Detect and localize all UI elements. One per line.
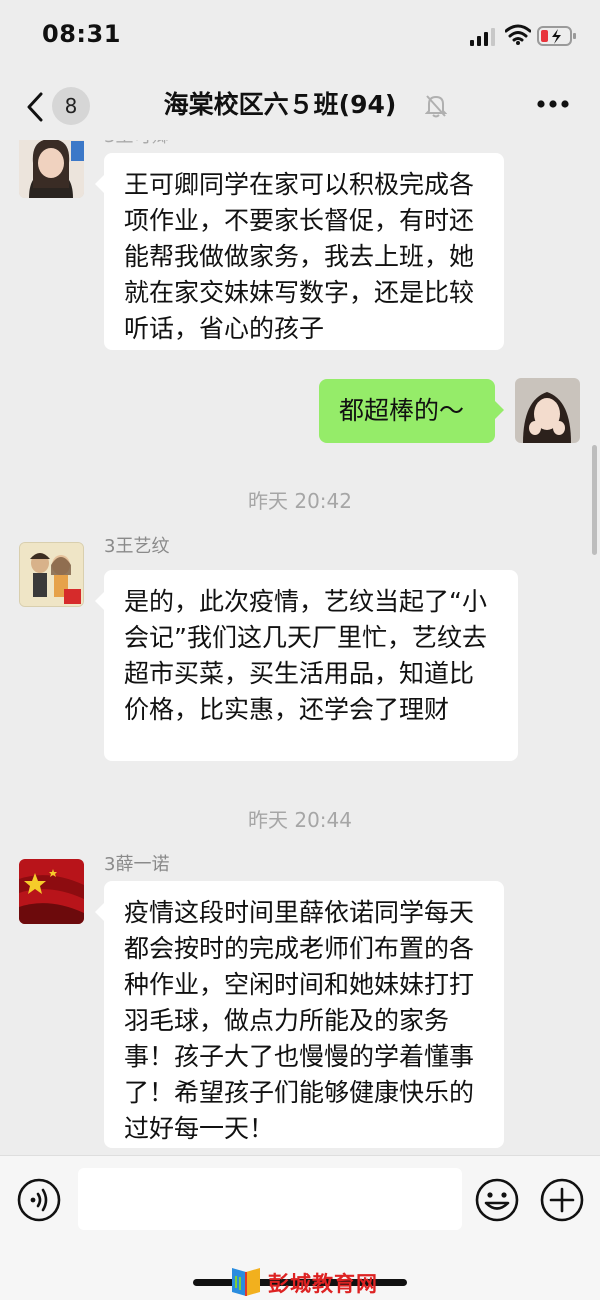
avatar-photo-icon <box>515 378 580 443</box>
back-button[interactable]: 8 <box>20 86 96 126</box>
avatar-flag-icon <box>19 859 84 924</box>
emoji-icon[interactable] <box>475 1178 519 1222</box>
avatar[interactable] <box>19 859 84 924</box>
unread-count-badge: 8 <box>52 87 90 125</box>
message-bubble[interactable]: 是的，此次疫情，艺纹当起了“小会记”我们这几天厂里忙，艺纹去超市买菜，买生活用品… <box>95 570 518 761</box>
sender-name: 3王艺纹 <box>104 536 170 557</box>
signal-icon <box>470 28 495 46</box>
sender-name: 3王可卿 <box>104 140 169 148</box>
wifi-icon <box>505 24 531 45</box>
message-bubble[interactable]: 疫情这段时间里薛依诺同学每天都会按时的完成老师们布置的各种作业，空闲时间和她妹妹… <box>95 881 504 1148</box>
plus-icon[interactable] <box>540 1178 584 1222</box>
avatar[interactable] <box>19 140 84 198</box>
timestamp: 昨天 20:42 <box>248 489 352 513</box>
message-bubble[interactable]: 王可卿同学在家可以积极完成各项作业，不要家长督促，有时还能帮我做做家务，我去上班… <box>95 153 504 350</box>
chat-header: 8 海棠校区六５班(94) <box>0 72 600 140</box>
clock: 08:31 <box>42 20 121 48</box>
book-logo-icon <box>232 1268 260 1296</box>
avatar[interactable] <box>19 542 84 607</box>
avatar-photo-icon <box>19 140 84 198</box>
watermark-logo: 彭城教育网 <box>228 1264 388 1300</box>
timestamp: 昨天 20:44 <box>248 808 352 832</box>
sender-name: 3薛一诺 <box>104 854 170 875</box>
muted-bell-icon <box>425 95 447 118</box>
my-avatar[interactable] <box>515 378 580 443</box>
avatar-cartoon-icon <box>20 543 83 606</box>
watermark-text: 彭城教育网 <box>268 1272 378 1296</box>
scrollbar[interactable] <box>592 445 597 555</box>
chevron-left-icon <box>27 92 43 122</box>
message-input[interactable] <box>78 1168 462 1230</box>
battery-icon <box>537 26 576 46</box>
more-dots-icon <box>537 100 569 108</box>
chat-title: 海棠校区六５班(94) <box>163 90 397 119</box>
input-bar: 彭城教育网 <box>0 1155 600 1300</box>
voice-input-icon[interactable] <box>17 1178 61 1222</box>
more-button[interactable] <box>536 94 576 118</box>
message-list[interactable]: 3王可卿 王可卿同学在家可以积极完成各项作业，不要家长督促，有时还能帮我做做家务… <box>0 140 600 1155</box>
message-bubble-outgoing[interactable]: 都超棒的～ <box>319 379 504 443</box>
status-bar: 08:31 <box>0 0 600 72</box>
